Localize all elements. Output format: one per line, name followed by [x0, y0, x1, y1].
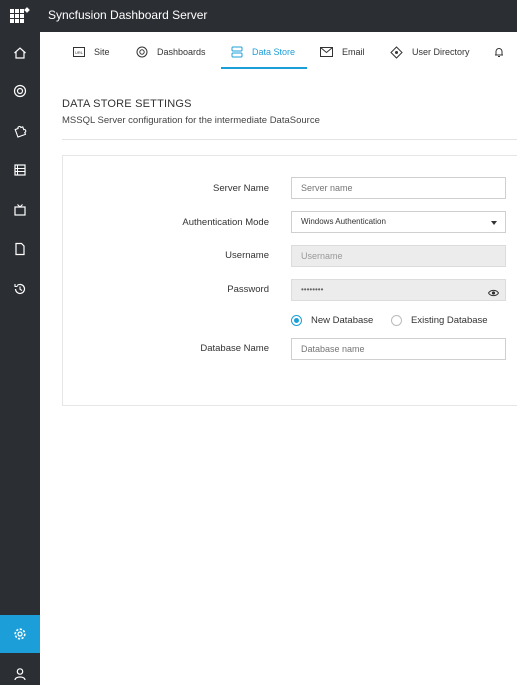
tab-user-directory-label: User Directory	[412, 47, 470, 57]
sidebar	[0, 32, 40, 685]
sidebar-item-datasources[interactable]	[0, 151, 40, 189]
server-name-input[interactable]	[291, 177, 506, 199]
new-database-label: New Database	[311, 314, 374, 326]
tab-data-store[interactable]: Data Store	[231, 32, 295, 72]
dashboards-icon	[136, 46, 148, 58]
puzzle-icon	[14, 125, 27, 138]
show-password-eye-icon[interactable]	[487, 285, 500, 305]
settings-gear-icon	[14, 628, 26, 640]
bell-icon	[495, 48, 503, 57]
password-label: Password	[227, 284, 269, 295]
server-name-label: Server Name	[213, 183, 269, 194]
tab-data-store-label: Data Store	[252, 47, 296, 57]
history-icon	[14, 283, 26, 295]
username-input[interactable]: Username	[291, 245, 506, 267]
url-icon: URL	[73, 47, 85, 57]
database-name-label: Database Name	[200, 343, 269, 354]
radio-selected-icon	[291, 314, 302, 326]
sidebar-item-profile[interactable]	[0, 655, 40, 693]
password-value: ••••••••	[301, 285, 324, 294]
tab-user-directory[interactable]: User Directory	[390, 32, 470, 72]
tab-site[interactable]: URL Site	[73, 32, 110, 72]
sidebar-item-home[interactable]	[0, 34, 40, 72]
sidebar-item-settings[interactable]	[0, 615, 40, 653]
username-placeholder: Username	[301, 251, 343, 261]
sidebar-item-dashboards[interactable]	[0, 72, 40, 110]
tab-dashboards-label: Dashboards	[157, 47, 206, 57]
username-label: Username	[225, 250, 269, 261]
dashboards-icon	[13, 84, 27, 98]
section-divider	[62, 139, 517, 140]
app-title: Syncfusion Dashboard Server	[48, 8, 208, 22]
tab-site-label: Site	[94, 47, 110, 57]
settings-tabs: URL Site Dashboards Data Store Email Use…	[40, 32, 517, 72]
authentication-mode-select[interactable]: Windows Authentication	[291, 211, 506, 233]
password-input[interactable]: ••••••••	[291, 279, 506, 301]
existing-database-label: Existing Database	[411, 314, 488, 326]
new-database-radio[interactable]: New Database	[291, 313, 373, 327]
tab-email[interactable]: Email	[320, 32, 365, 72]
active-tab-indicator	[221, 67, 307, 69]
radio-unselected-icon	[391, 314, 402, 326]
top-bar: Syncfusion Dashboard Server	[0, 0, 517, 32]
sidebar-item-history[interactable]	[0, 270, 40, 308]
app-grid-logo-icon[interactable]	[0, 0, 40, 32]
page-subtitle: MSSQL Server configuration for the inter…	[62, 115, 320, 126]
tab-dashboards[interactable]: Dashboards	[136, 32, 206, 72]
tab-notifications[interactable]	[493, 32, 514, 72]
sidebar-item-schedules[interactable]	[0, 191, 40, 229]
tab-email-label: Email	[342, 47, 365, 57]
authentication-mode-value: Windows Authentication	[301, 217, 386, 226]
database-name-input[interactable]	[291, 338, 506, 360]
file-icon	[15, 242, 25, 256]
directory-icon	[390, 45, 403, 59]
page-title: DATA STORE SETTINGS	[62, 98, 192, 110]
schedule-tv-icon	[14, 204, 26, 216]
home-icon	[14, 47, 26, 59]
chevron-down-icon	[491, 221, 497, 225]
user-icon	[14, 668, 26, 681]
sidebar-item-files[interactable]	[0, 230, 40, 268]
envelope-icon	[320, 47, 333, 57]
database-icon	[231, 46, 243, 58]
sidebar-item-widgets[interactable]	[0, 112, 40, 150]
svg-text:URL: URL	[75, 50, 84, 55]
existing-database-radio[interactable]: Existing Database	[391, 313, 488, 327]
authentication-mode-label: Authentication Mode	[182, 217, 269, 228]
datasource-list-icon	[14, 164, 26, 176]
